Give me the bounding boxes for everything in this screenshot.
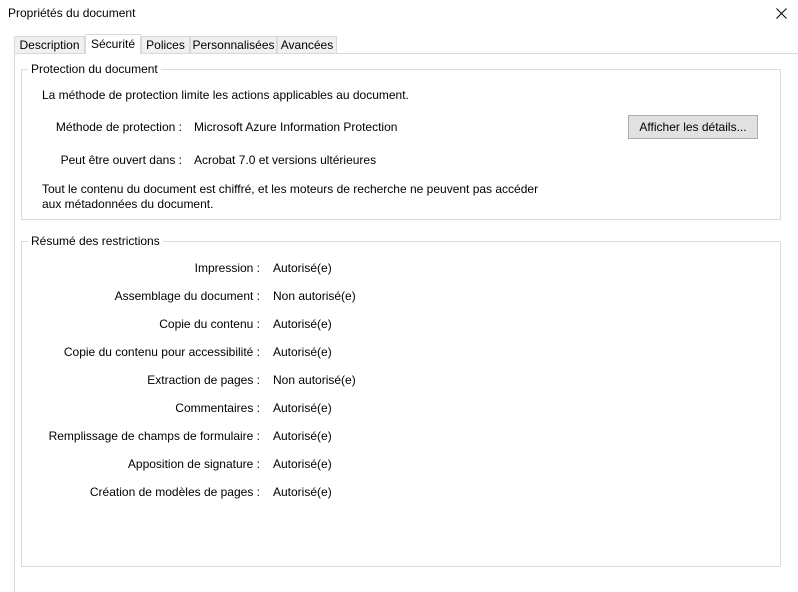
restriction-label-accessibility-copy: Copie du contenu pour accessibilité : (63, 345, 260, 359)
title-bar: Propriétés du document (0, 0, 798, 28)
restriction-value-signing: Autorisé(e) (273, 457, 332, 471)
protection-intro-text: La méthode de protection limite les acti… (42, 88, 409, 102)
restrictions-summary-title: Résumé des restrictions (28, 234, 163, 248)
restriction-label-signing: Apposition de signature : (127, 457, 260, 471)
close-icon (775, 7, 787, 19)
protection-method-label: Méthode de protection : (55, 120, 182, 134)
restriction-value-form-filling: Autorisé(e) (273, 429, 332, 443)
tab-description[interactable]: Description (14, 36, 85, 53)
show-details-button[interactable]: Afficher les détails... (628, 115, 758, 139)
restriction-value-assembly: Non autorisé(e) (273, 289, 356, 303)
tab-avancees[interactable]: Avancées (277, 36, 337, 53)
restriction-label-assembly: Assemblage du document : (114, 289, 260, 303)
restriction-value-content-copy: Autorisé(e) (273, 317, 332, 331)
restriction-value-template-pages: Autorisé(e) (273, 485, 332, 499)
restriction-label-content-copy: Copie du contenu : (159, 317, 260, 331)
opens-in-value: Acrobat 7.0 et versions ultérieures (194, 153, 377, 167)
protection-method-value: Microsoft Azure Information Protection (194, 120, 398, 134)
restriction-label-comments: Commentaires : (175, 401, 260, 415)
restriction-label-template-pages: Création de modèles de pages : (89, 485, 260, 499)
restriction-value-printing: Autorisé(e) (273, 261, 332, 275)
restriction-label-form-filling: Remplissage de champs de formulaire : (48, 429, 260, 443)
tab-securite[interactable]: Sécurité (85, 34, 141, 54)
restriction-value-page-extraction: Non autorisé(e) (273, 373, 356, 387)
restriction-value-comments: Autorisé(e) (273, 401, 332, 415)
close-button[interactable] (764, 0, 798, 26)
window-title: Propriétés du document (8, 6, 136, 20)
encryption-note-line1: Tout le contenu du document est chiffré,… (42, 182, 539, 196)
document-protection-title: Protection du document (28, 62, 161, 76)
tab-polices[interactable]: Polices (141, 36, 190, 53)
encryption-note-line2: aux métadonnées du document. (42, 197, 214, 211)
tab-personnalisees[interactable]: Personnalisées (190, 36, 277, 53)
opens-in-label: Peut être ouvert dans : (60, 153, 182, 167)
restriction-label-page-extraction: Extraction de pages : (147, 373, 260, 387)
restriction-label-printing: Impression : (194, 261, 260, 275)
restriction-value-accessibility-copy: Autorisé(e) (273, 345, 332, 359)
